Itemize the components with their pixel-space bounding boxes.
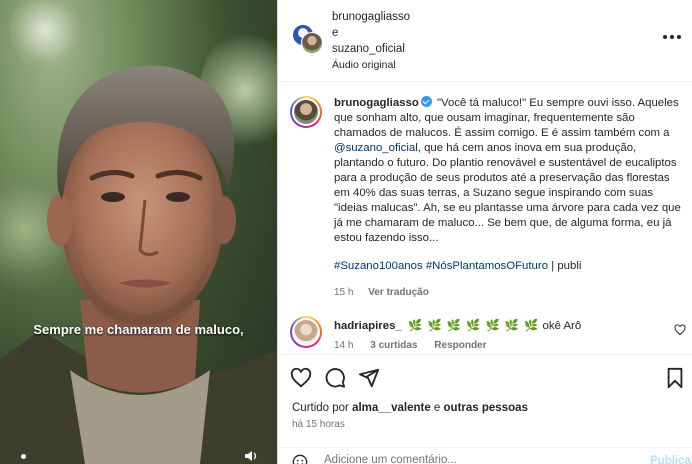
caption-text-2: , que há cem anos inova em sua produção,… xyxy=(334,142,681,244)
liked-user-link[interactable]: alma__valente xyxy=(352,402,431,414)
liked-others-link[interactable]: outras pessoas xyxy=(444,402,528,414)
bookmark-icon[interactable] xyxy=(664,367,686,389)
post-timestamp[interactable]: há 15 horas xyxy=(292,419,345,430)
comment-text: okê Arô xyxy=(539,320,582,332)
caption-username[interactable]: brunogagliasso xyxy=(334,97,419,109)
see-translation-button[interactable]: Ver tradução xyxy=(368,287,429,298)
speaker-mute-icon[interactable] xyxy=(244,450,258,462)
caption-meta: 15 h Ver tradução xyxy=(334,285,684,300)
verified-badge-icon xyxy=(420,96,432,107)
add-comment-row: Publicar xyxy=(278,447,692,464)
comment-reply-button[interactable]: Responder xyxy=(434,340,486,351)
collab-avatars[interactable] xyxy=(292,24,323,54)
avatar-brunogagliasso[interactable] xyxy=(301,32,323,54)
video-person-portrait xyxy=(0,65,277,464)
comment-age: 14 h xyxy=(334,340,354,351)
caption-hashtags[interactable]: #Suzano100anos #NósPlantamosOFuturo xyxy=(334,260,548,272)
share-icon[interactable] xyxy=(358,367,380,389)
comment-meta: 14 h 3 curtidas Responder xyxy=(334,340,501,351)
post-panel: brunogagliasso e suzano_oficial Áudio or… xyxy=(277,0,692,464)
caption-avatar[interactable] xyxy=(290,96,322,128)
more-options-icon[interactable] xyxy=(663,30,683,44)
caption-tag-suffix: | publi xyxy=(548,260,582,272)
comment-body: hadriapires_ 🌿 🌿 🌿 🌿 🌿 🌿 🌿 okê Arô xyxy=(334,318,581,332)
liked-suffix: e xyxy=(430,402,444,414)
caption-mention[interactable]: @suzano_oficial xyxy=(334,142,418,154)
collab-names: brunogagliasso e suzano_oficial Áudio or… xyxy=(332,9,410,73)
reel-video[interactable]: Sempre me chamaram de maluco, xyxy=(0,0,277,464)
caption-hashtags-row: #Suzano100anos #NósPlantamosOFuturo | pu… xyxy=(334,259,684,274)
audio-link[interactable]: Áudio original xyxy=(332,57,410,73)
comment-emojis: 🌿 🌿 🌿 🌿 🌿 🌿 🌿 xyxy=(408,320,540,332)
caption-age: 15 h xyxy=(334,287,354,298)
emoji-picker-icon[interactable] xyxy=(292,454,308,464)
comment-username[interactable]: hadriapires_ xyxy=(334,320,402,332)
author-link[interactable]: brunogagliasso xyxy=(332,9,410,25)
heart-icon[interactable] xyxy=(290,367,312,389)
liked-prefix: Curtido por xyxy=(292,402,353,414)
comment-heart-icon[interactable] xyxy=(674,324,686,336)
post-header: brunogagliasso e suzano_oficial Áudio or… xyxy=(278,0,692,82)
video-subtitle: Sempre me chamaram de maluco, xyxy=(33,322,244,337)
liked-by: Curtido por alma__valente e outras pesso… xyxy=(292,402,528,414)
caption-body: brunogagliasso "Você tá maluco!" Eu semp… xyxy=(334,96,684,300)
comment-icon[interactable] xyxy=(324,367,346,389)
comment-avatar[interactable] xyxy=(290,316,322,348)
comment-input[interactable] xyxy=(324,454,604,464)
comment-item: hadriapires_ 🌿 🌿 🌿 🌿 🌿 🌿 🌿 okê Arô 14 h … xyxy=(278,312,692,356)
action-bar: Curtido por alma__valente e outras pesso… xyxy=(278,354,692,464)
comment-likes[interactable]: 3 curtidas xyxy=(370,340,417,351)
progress-dot[interactable] xyxy=(21,454,26,459)
coauthor-link[interactable]: suzano_oficial xyxy=(332,41,410,57)
collab-joiner: e xyxy=(332,27,339,39)
publish-button[interactable]: Publicar xyxy=(650,455,692,464)
